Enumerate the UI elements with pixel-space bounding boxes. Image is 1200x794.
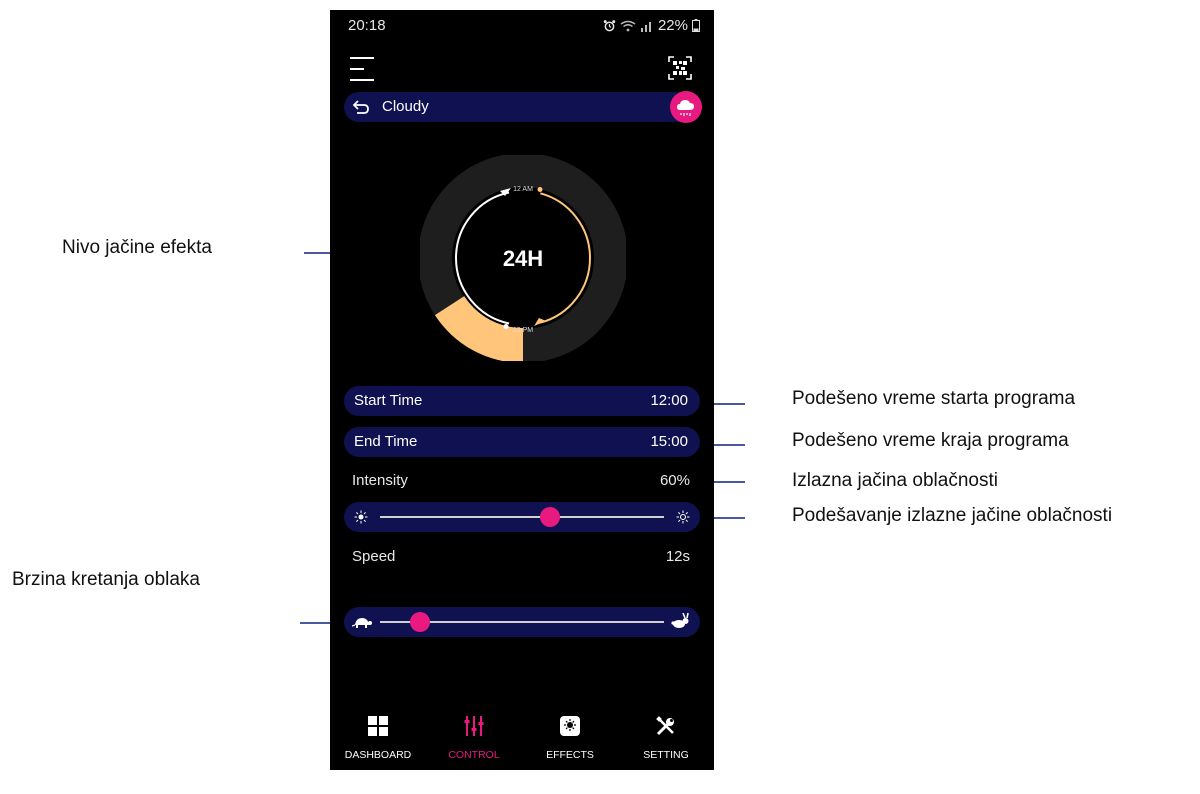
intensity-slider[interactable] [344,502,700,532]
tab-setting[interactable]: SETTING [618,716,714,761]
hamburger-icon [350,56,376,82]
tab-effects[interactable]: EFFECTS [522,716,618,761]
status-time: 20:18 [348,17,386,34]
top-dot-marker [537,187,543,192]
intensity-label: Intensity [352,472,408,489]
battery-percent: 22% [657,17,688,34]
effect-title: Cloudy [382,98,429,115]
qr-scan-button[interactable] [668,56,692,80]
end-time-row[interactable]: End Time 15:00 [344,427,700,457]
tab-dashboard[interactable]: DASHBOARD [330,716,426,761]
qr-code-icon [668,56,692,80]
alarm-icon [603,19,616,32]
effects-icon [560,716,580,736]
wifi-icon [620,20,636,32]
tab-control[interactable]: CONTROL [426,716,522,761]
tab-effects-label: EFFECTS [546,749,594,761]
tab-control-label: CONTROL [448,749,500,761]
intensity-track[interactable] [380,516,664,518]
clock-bottom-label: 12 PM [513,327,533,334]
sun-low-icon [354,510,368,524]
battery-icon [692,19,700,32]
back-arrow-icon[interactable] [352,99,370,115]
annotation-intensity-adjust: Podešavanje izlazne jačine oblačnosti [792,505,1113,526]
rabbit-icon [670,613,690,629]
tools-icon [656,716,676,736]
speed-slider[interactable] [344,607,700,637]
intensity-knob[interactable] [540,507,561,527]
speed-knob[interactable] [409,612,430,632]
status-bar: 20:18 22% [330,10,714,42]
intensity-value: 60% [659,472,690,489]
clock-center-label: 24H [503,246,543,271]
effect-title-bar[interactable]: Cloudy [344,91,702,123]
speed-label: Speed [352,548,396,565]
clock-dial: 12 AM 12 PM 24H [418,153,628,363]
bottom-dot-marker [503,324,509,329]
clock-top-label: 12 AM [513,186,533,193]
signal-icon [640,20,654,32]
turtle-icon [352,615,372,629]
tab-dashboard-label: DASHBOARD [344,749,412,761]
phone-screen: 20:18 22% Cloudy 12 AM 12 PM 24H Start T… [330,10,714,770]
sun-high-icon [676,510,690,524]
start-time-row[interactable]: Start Time 12:00 [344,386,700,416]
dashboard-grid-icon [368,716,388,736]
cloud-rain-icon[interactable] [670,91,702,123]
sliders-icon [464,716,484,736]
annotation-start-time: Podešeno vreme starta programa [792,388,1076,409]
annotation-cloud-speed: Brzina kretanja oblaka [12,569,200,590]
end-time-label: End Time [354,433,418,450]
annotation-end-time: Podešeno vreme kraja programa [792,430,1069,451]
annotation-effect-level: Nivo jačine efekta [62,237,212,258]
status-icons: 22% [603,17,700,34]
bottom-tab-bar: DASHBOARD CONTROL EFFECTS SETTING [330,710,714,770]
start-time-label: Start Time [354,392,423,409]
hamburger-menu-button[interactable] [350,56,376,82]
tab-setting-label: SETTING [643,749,689,761]
start-time-value: 12:00 [650,392,688,409]
end-time-value: 15:00 [650,433,688,450]
annotation-intensity-output: Izlazna jačina oblačnosti [792,470,998,491]
speed-value: 12s [665,548,690,565]
